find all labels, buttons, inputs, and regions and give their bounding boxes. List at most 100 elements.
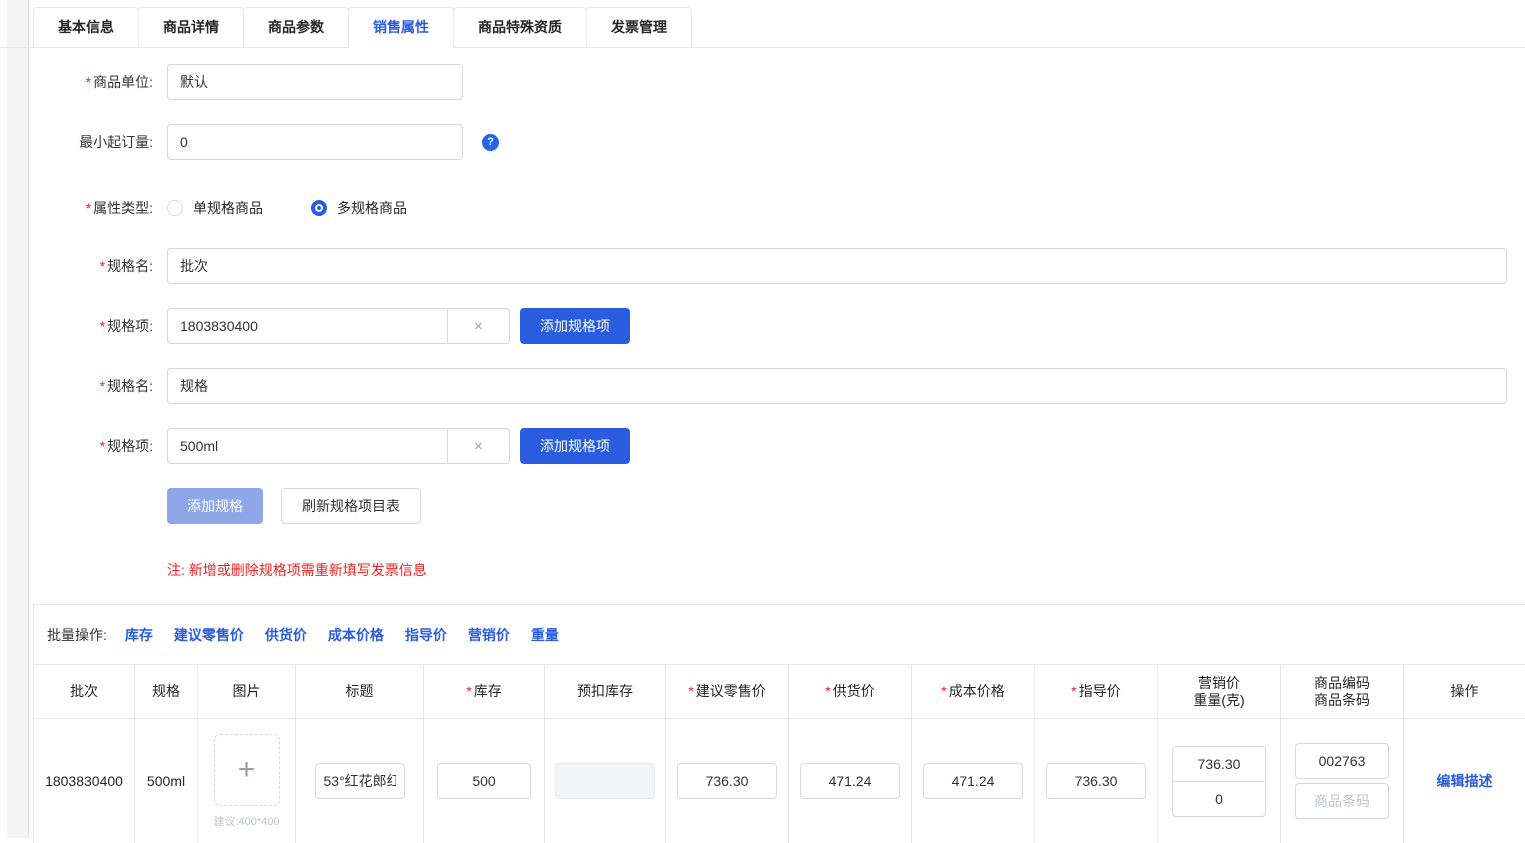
radio-multi-spec-label: 多规格商品: [337, 198, 407, 218]
sku-table-header: 批次 规格 图片 标题 *库存 预扣库存 *建议零售价 *供货价 *成本价格 *…: [34, 665, 1525, 719]
tab-product-detail[interactable]: 商品详情: [138, 7, 244, 48]
radio-selected-icon[interactable]: [311, 200, 327, 216]
required-mark: *: [1071, 683, 1076, 699]
header-stock: *库存: [424, 665, 545, 719]
spec-item-1-group: ×: [167, 308, 510, 344]
barcode-input[interactable]: [1295, 783, 1389, 819]
required-mark: *: [100, 438, 105, 454]
required-mark: *: [100, 378, 105, 394]
marketing-price-input[interactable]: [1172, 746, 1266, 782]
required-mark: *: [100, 318, 105, 334]
add-spec-button[interactable]: 添加规格: [167, 488, 263, 524]
batch-link-stock[interactable]: 库存: [125, 625, 153, 645]
required-mark: *: [941, 683, 946, 699]
form-row-spec-buttons: 添加规格 刷新规格项目表: [33, 488, 1507, 524]
required-mark: *: [688, 683, 693, 699]
batch-link-supply-price[interactable]: 供货价: [265, 625, 307, 645]
header-marketing-price-weight: 营销价重量(克): [1158, 665, 1281, 719]
cell-stock: [424, 719, 545, 843]
stock-input[interactable]: [437, 763, 531, 799]
form-row-attr-type: *属性类型: 单规格商品 多规格商品: [33, 190, 1507, 226]
moq-input[interactable]: [167, 124, 463, 160]
required-mark: *: [100, 258, 105, 274]
edit-description-link[interactable]: 编辑描述: [1437, 771, 1493, 791]
spec-name-1-input[interactable]: [167, 248, 1507, 284]
attr-type-label: *属性类型:: [33, 198, 153, 218]
cell-title: [296, 719, 424, 843]
cell-batch: 1803830400: [34, 719, 135, 843]
spec-item-2-group: ×: [167, 428, 510, 464]
weight-input[interactable]: [1172, 781, 1266, 817]
product-code-input[interactable]: [1295, 743, 1389, 779]
spec-name-1-label: *规格名:: [33, 256, 153, 276]
moq-label: 最小起订量:: [33, 132, 153, 152]
form-row-spec-name-2: *规格名:: [33, 368, 1507, 404]
tab-basic-info[interactable]: 基本信息: [33, 7, 139, 48]
image-upload-hint: 建议:400*400: [213, 813, 279, 829]
unit-input[interactable]: [167, 64, 463, 100]
header-cost-price: *成本价格: [912, 665, 1035, 719]
spec-name-2-input[interactable]: [167, 368, 1507, 404]
reserved-stock-input: [555, 763, 655, 799]
header-batch: 批次: [34, 665, 135, 719]
guide-price-input[interactable]: [1046, 763, 1146, 799]
tab-special-qualifications[interactable]: 商品特殊资质: [453, 7, 587, 48]
header-actions: 操作: [1404, 665, 1525, 719]
form-row-unit: *商品单位:: [33, 64, 1507, 100]
radio-single-spec-label: 单规格商品: [193, 198, 263, 218]
batch-link-suggested-retail-price[interactable]: 建议零售价: [174, 625, 244, 645]
add-spec-item-2-button[interactable]: 添加规格项: [520, 428, 630, 464]
required-mark: *: [86, 74, 91, 90]
header-title: 标题: [296, 665, 424, 719]
spec-item-2-label: *规格项:: [33, 436, 153, 456]
batch-link-guide-price[interactable]: 指导价: [405, 625, 447, 645]
radio-unselected-icon[interactable]: [167, 200, 183, 216]
invoice-note: 注: 新增或删除规格项需重新填写发票信息: [167, 560, 1507, 580]
radio-single-spec[interactable]: 单规格商品: [167, 198, 263, 218]
spec-item-2-input[interactable]: [167, 428, 448, 464]
cell-actions: 编辑描述: [1404, 719, 1525, 843]
batch-link-weight[interactable]: 重量: [531, 625, 559, 645]
cell-image: + 建议:400*400: [198, 719, 296, 843]
refresh-spec-table-button[interactable]: 刷新规格项目表: [281, 488, 421, 524]
required-mark: *: [825, 683, 830, 699]
suggested-retail-price-input[interactable]: [677, 763, 777, 799]
header-guide-price: *指导价: [1035, 665, 1158, 719]
header-image: 图片: [198, 665, 296, 719]
form-row-spec-item-2: *规格项: × 添加规格项: [33, 428, 1507, 464]
unit-label: *商品单位:: [33, 72, 153, 92]
batch-link-marketing-price[interactable]: 营销价: [468, 625, 510, 645]
tab-sales-attributes[interactable]: 销售属性: [348, 7, 454, 48]
header-suggested-retail-price: *建议零售价: [666, 665, 789, 719]
batch-operations-bar: 批量操作: 库存 建议零售价 供货价 成本价格 指导价 营销价 重量: [34, 605, 1525, 665]
tab-product-params[interactable]: 商品参数: [243, 7, 349, 48]
batch-operations-label: 批量操作:: [47, 625, 107, 645]
title-input[interactable]: [315, 763, 405, 799]
help-icon[interactable]: ?: [482, 134, 499, 151]
add-spec-item-1-button[interactable]: 添加规格项: [520, 308, 630, 344]
sku-table-row: 1803830400 500ml + 建议:400*400: [34, 719, 1525, 843]
cell-reserved-stock: [545, 719, 666, 843]
radio-multi-spec[interactable]: 多规格商品: [311, 198, 407, 218]
cost-price-input[interactable]: [923, 763, 1023, 799]
spec-item-1-clear-button[interactable]: ×: [448, 308, 510, 344]
sales-attributes-form: *商品单位: 最小起订量: ? *属性类型: 单规格商品 多规格商品 *规格名:…: [33, 64, 1507, 580]
cell-suggested-retail-price: [666, 719, 789, 843]
form-row-moq: 最小起订量: ?: [33, 124, 1507, 160]
cell-product-code-barcode: [1281, 719, 1404, 843]
spec-name-2-label: *规格名:: [33, 376, 153, 396]
sku-table-panel: 批量操作: 库存 建议零售价 供货价 成本价格 指导价 营销价 重量 批次 规格…: [33, 604, 1525, 843]
cell-supply-price: [789, 719, 912, 843]
page-left-gutter: [7, 0, 29, 838]
form-row-spec-item-1: *规格项: × 添加规格项: [33, 308, 1507, 344]
supply-price-input[interactable]: [800, 763, 900, 799]
spec-item-1-input[interactable]: [167, 308, 448, 344]
required-mark: *: [466, 683, 471, 699]
cell-spec: 500ml: [135, 719, 198, 843]
spec-item-2-clear-button[interactable]: ×: [448, 428, 510, 464]
batch-link-cost-price[interactable]: 成本价格: [328, 625, 384, 645]
required-mark: *: [86, 200, 91, 216]
image-upload-button[interactable]: +: [214, 734, 280, 806]
tab-invoice-management[interactable]: 发票管理: [586, 7, 692, 48]
plus-icon: +: [238, 755, 256, 785]
